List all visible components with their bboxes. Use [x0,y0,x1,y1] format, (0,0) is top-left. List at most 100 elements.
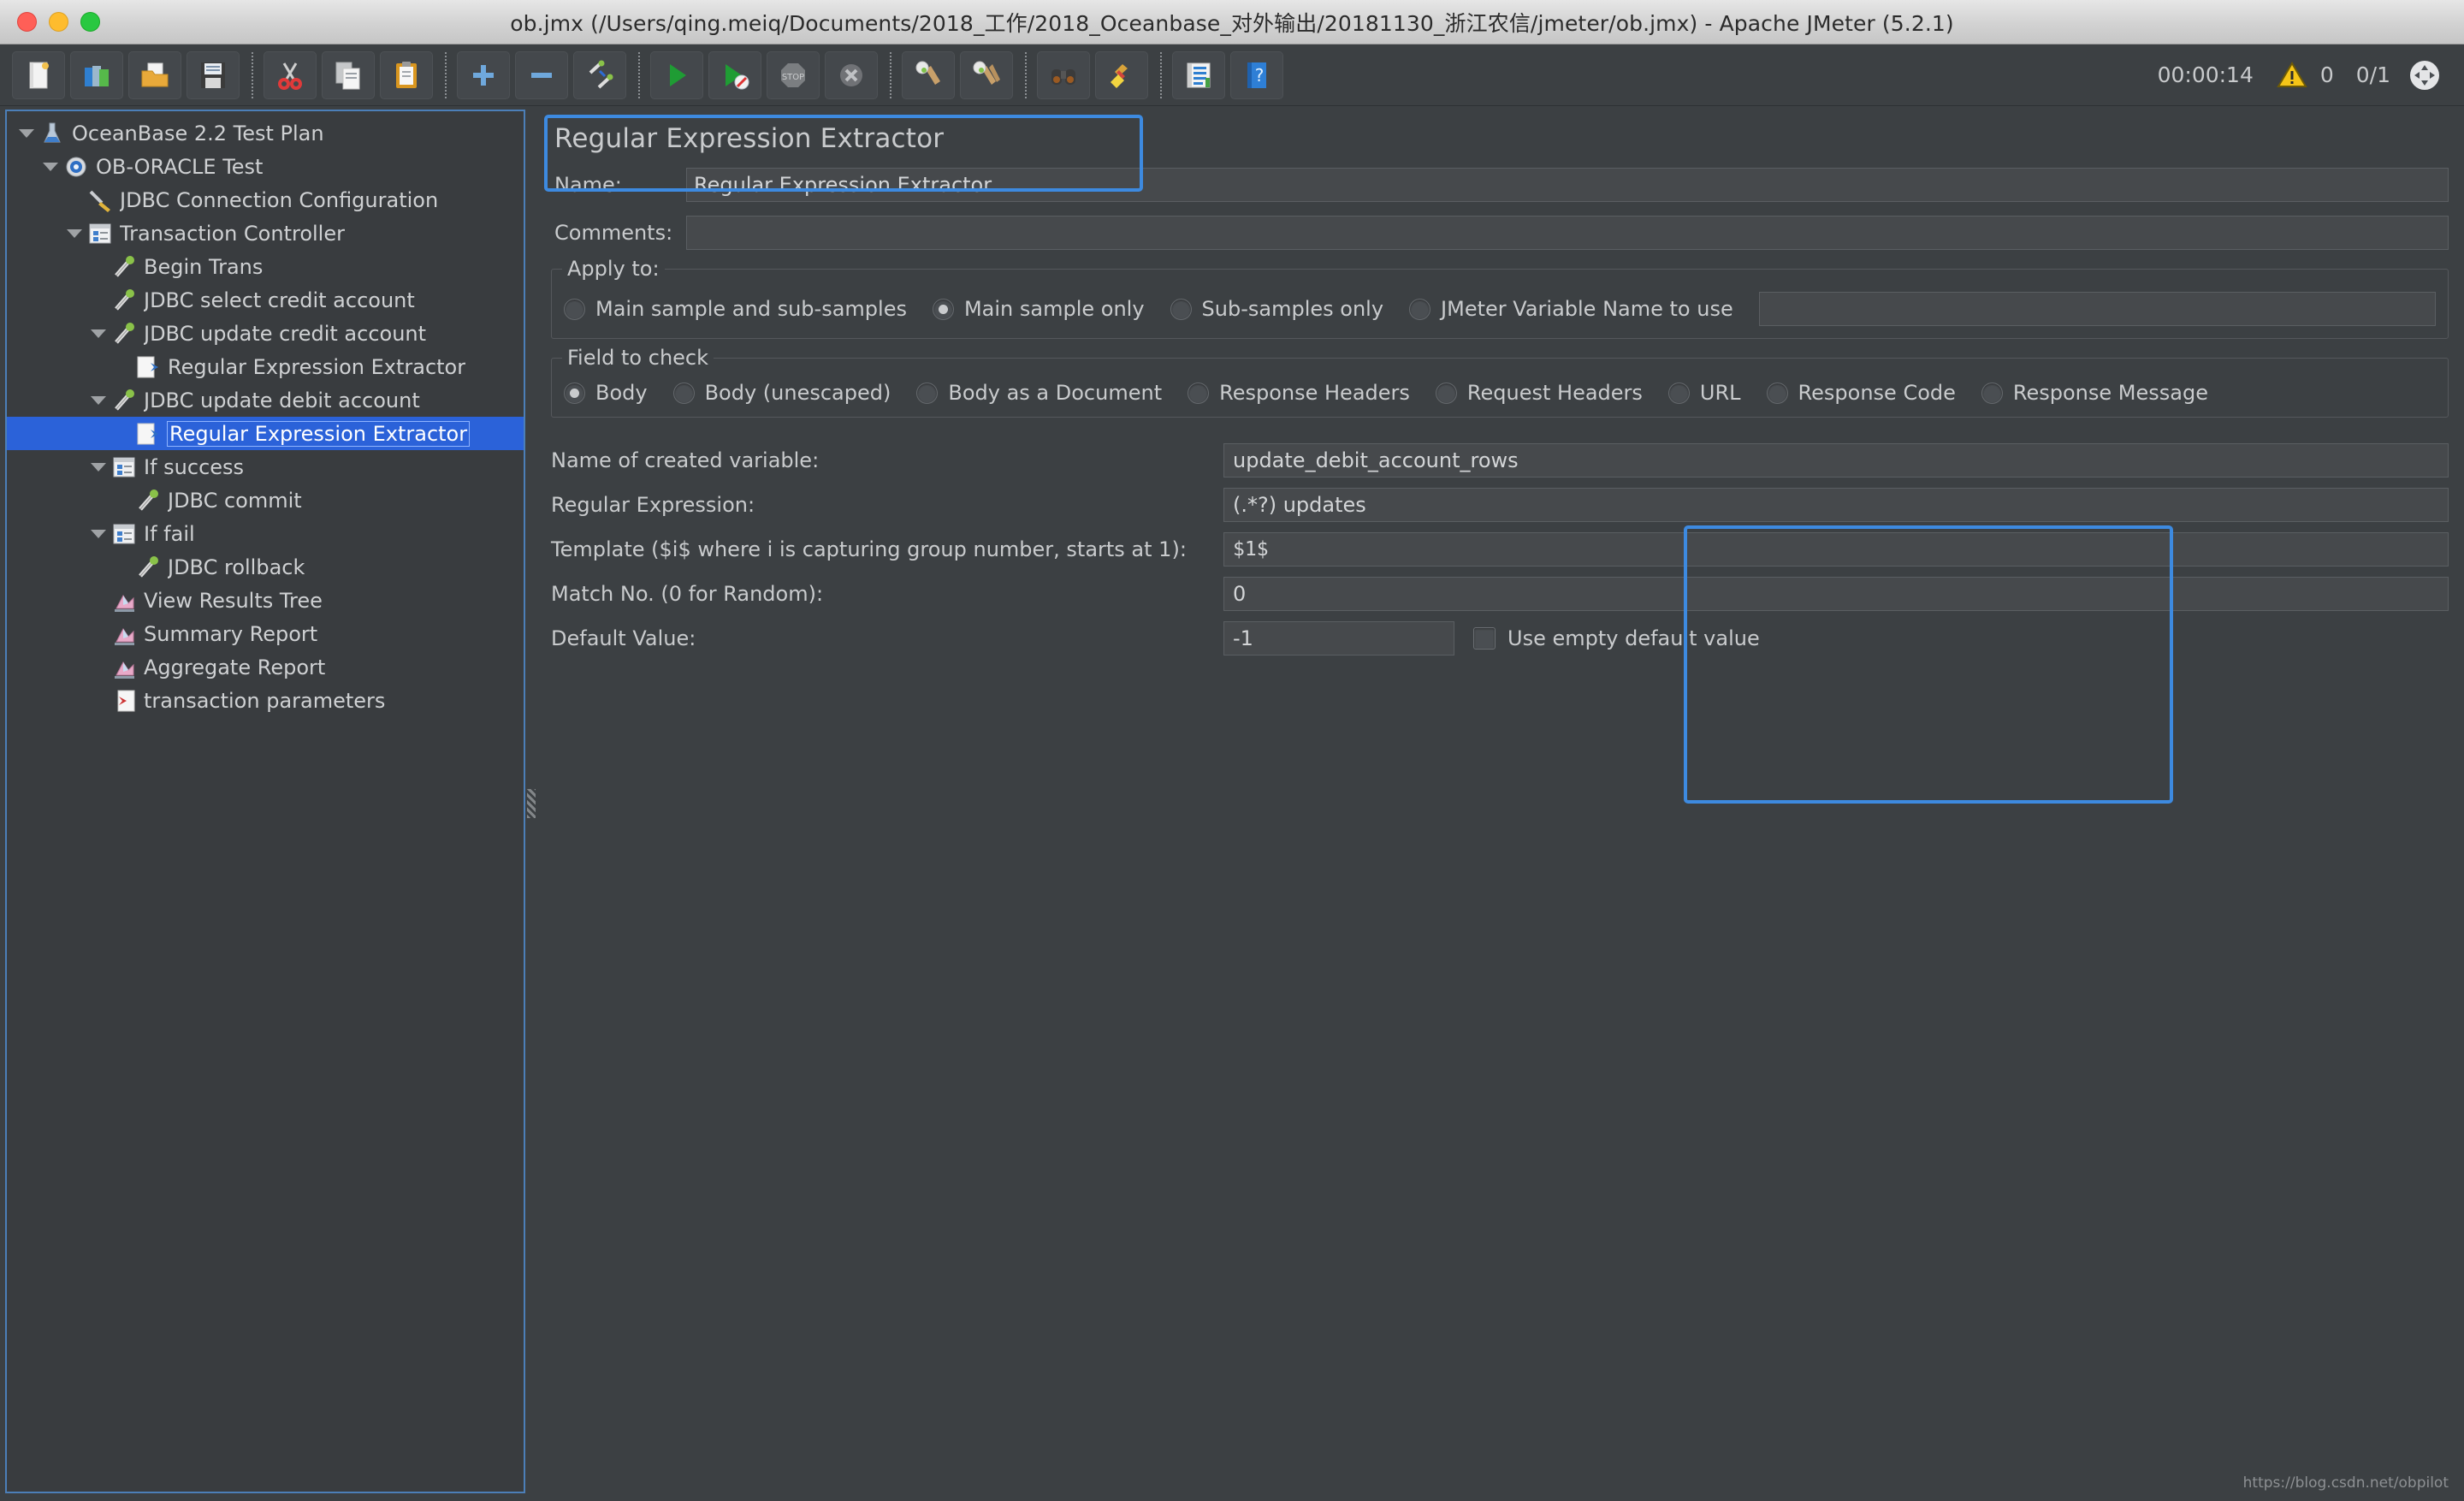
clear-button[interactable] [902,50,955,99]
reset-search-button[interactable] [1095,50,1148,99]
templates-icon [80,59,113,92]
expand-triangle-icon[interactable] [87,456,110,478]
tree-item[interactable]: Begin Trans [7,250,524,283]
splitter-grip[interactable] [527,788,536,818]
tree-item[interactable]: View Results Tree [7,584,524,617]
radio-option[interactable]: Sub-samples only [1170,297,1383,321]
warning-indicator[interactable]: 0 [2276,59,2334,92]
radio-button[interactable] [1667,382,1690,404]
radio-option[interactable]: Request Headers [1435,381,1643,405]
radio-button[interactable] [1170,298,1192,320]
new-test-plan-button[interactable] [12,50,65,99]
expand-triangle-icon[interactable] [63,222,86,245]
radio-button[interactable] [1981,382,2003,404]
default-value-label: Default Value: [551,626,696,650]
radio-button[interactable] [932,298,954,320]
radio-option[interactable]: Body as a Document [916,381,1162,405]
default-value-input[interactable]: -1 [1223,621,1454,656]
tree-item[interactable]: JDBC Connection Configuration [7,183,524,217]
field-to-check-legend: Field to check [562,346,714,370]
template-input[interactable]: $1$ [1223,532,2449,567]
tree-item[interactable]: OceanBase 2.2 Test Plan [7,116,524,150]
comments-input[interactable] [686,216,2449,250]
tree-item[interactable]: JDBC update credit account [7,317,524,350]
tree-item[interactable]: OB-ORACLE Test [7,150,524,183]
radio-button[interactable] [564,298,585,320]
help-button[interactable]: ? [1230,50,1283,99]
clear-all-button[interactable] [960,50,1013,99]
config-wrench-icon [87,187,113,213]
jmeter-variable-name-input[interactable] [1758,292,2436,326]
minimize-button[interactable] [49,12,68,32]
radio-button[interactable] [1766,382,1788,404]
tree-item[interactable]: JDBC commit [7,484,524,517]
yellow-broom-icon [1105,59,1138,92]
expand-all-button[interactable] [457,50,510,99]
expand-triangle-icon[interactable] [39,156,62,178]
name-input[interactable]: Regular Expression Extractor [686,168,2449,202]
match-no-input[interactable]: 0 [1223,577,2449,611]
collapse-all-button[interactable] [515,50,568,99]
radio-button[interactable] [564,382,585,404]
toggle-button[interactable] [573,50,626,99]
radio-option[interactable]: Body [564,381,648,405]
main-toolbar: STOP ? 00:00:14 0 0/1 [0,44,2464,106]
tree-item[interactable]: Summary Report [7,617,524,650]
radio-option[interactable]: Response Headers [1188,381,1410,405]
use-empty-default-checkbox[interactable] [1473,627,1496,650]
maximize-button[interactable] [80,12,100,32]
expand-triangle-icon[interactable] [15,122,38,145]
thread-status-icon[interactable] [2406,56,2443,94]
variable-name-input[interactable]: update_debit_account_rows [1223,443,2449,478]
radio-option[interactable]: JMeter Variable Name to use [1409,297,1733,321]
radio-option[interactable]: URL [1667,381,1741,405]
tree-item[interactable]: JDBC rollback [7,550,524,584]
tree-item[interactable]: Regular Expression Extractor [7,417,524,450]
test-plan-tree-panel[interactable]: OceanBase 2.2 Test Plan OB-ORACLE Test JDB… [5,110,525,1493]
start-button[interactable] [650,50,703,99]
save-test-plan-button[interactable] [187,50,240,99]
apply-to-radio-row[interactable]: Main sample and sub-samples Main sample o… [564,292,2436,326]
cut-button[interactable] [264,50,317,99]
radio-option[interactable]: Main sample and sub-samples [564,297,907,321]
panel-splitter[interactable] [525,106,537,1500]
search-button[interactable] [1037,50,1090,99]
expand-triangle-icon[interactable] [87,389,110,412]
radio-option[interactable]: Response Message [1981,381,2208,405]
expand-triangle-icon[interactable] [87,523,110,545]
tree-item[interactable]: Regular Expression Extractor [7,350,524,383]
radio-option[interactable]: Response Code [1766,381,1956,405]
function-helper-button[interactable] [1172,50,1225,99]
field-to-check-radio-row[interactable]: Body Body (unescaped) Body as a Document Re… [564,381,2436,405]
tree-item[interactable]: If success [7,450,524,484]
test-plan-tree[interactable]: OceanBase 2.2 Test Plan OB-ORACLE Test JDB… [7,111,524,717]
close-button[interactable] [17,12,37,32]
paste-button[interactable] [380,50,433,99]
tree-item[interactable]: If fail [7,517,524,550]
radio-label: Request Headers [1466,381,1643,405]
shutdown-button[interactable] [825,50,878,99]
tree-item[interactable]: Transaction Controller [7,217,524,250]
stop-button[interactable]: STOP [767,50,820,99]
expand-triangle-icon[interactable] [87,323,110,345]
radio-button[interactable] [1435,382,1457,404]
help-book-icon: ? [1241,59,1273,92]
templates-button[interactable] [70,50,123,99]
start-no-timers-button[interactable] [708,50,761,99]
copy-button[interactable] [322,50,375,99]
radio-button[interactable] [916,382,939,404]
radio-option[interactable]: Main sample only [932,297,1145,321]
radio-button[interactable] [672,382,695,404]
open-button[interactable] [128,50,181,99]
tree-item-label: View Results Tree [144,588,323,613]
tree-item[interactable]: Aggregate Report [7,650,524,684]
tree-item[interactable]: JDBC select credit account [7,283,524,317]
tree-item[interactable]: transaction parameters [7,684,524,717]
tree-item[interactable]: JDBC update debit account [7,383,524,417]
toolbar-separator [1025,51,1027,98]
regex-input[interactable]: (.*?) updates [1223,488,2449,522]
use-empty-default-wrapper[interactable]: Use empty default value [1473,626,1760,650]
radio-button[interactable] [1409,298,1431,320]
radio-button[interactable] [1188,382,1210,404]
radio-option[interactable]: Body (unescaped) [672,381,891,405]
